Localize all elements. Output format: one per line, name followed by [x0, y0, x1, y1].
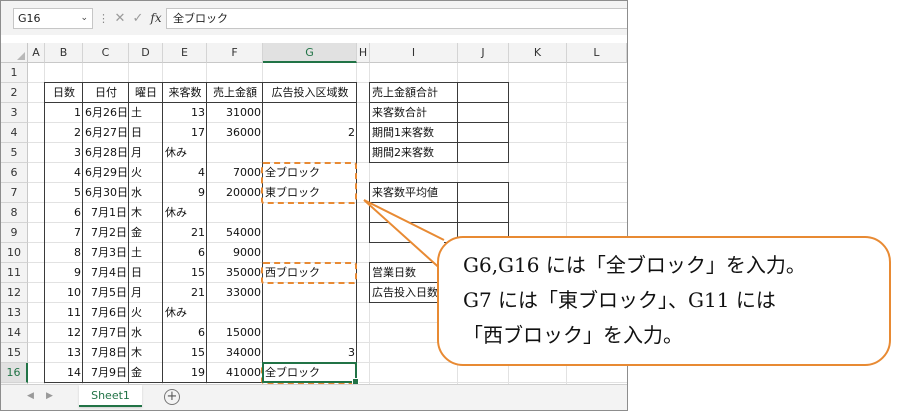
callout-box: G6,G16 には「全ブロック」を入力。 G7 には「東ブロック」、G11 には… — [437, 236, 891, 366]
callout-line-2: G7 には「東ブロック」、G11 には — [463, 288, 776, 312]
callout-text: G6,G16 には「全ブロック」を入力。 G7 には「東ブロック」、G11 には… — [463, 248, 883, 353]
callout-line-3: 「西ブロック」を入力。 — [463, 323, 683, 347]
callout-line-1: G6,G16 には「全ブロック」を入力。 — [463, 253, 806, 277]
